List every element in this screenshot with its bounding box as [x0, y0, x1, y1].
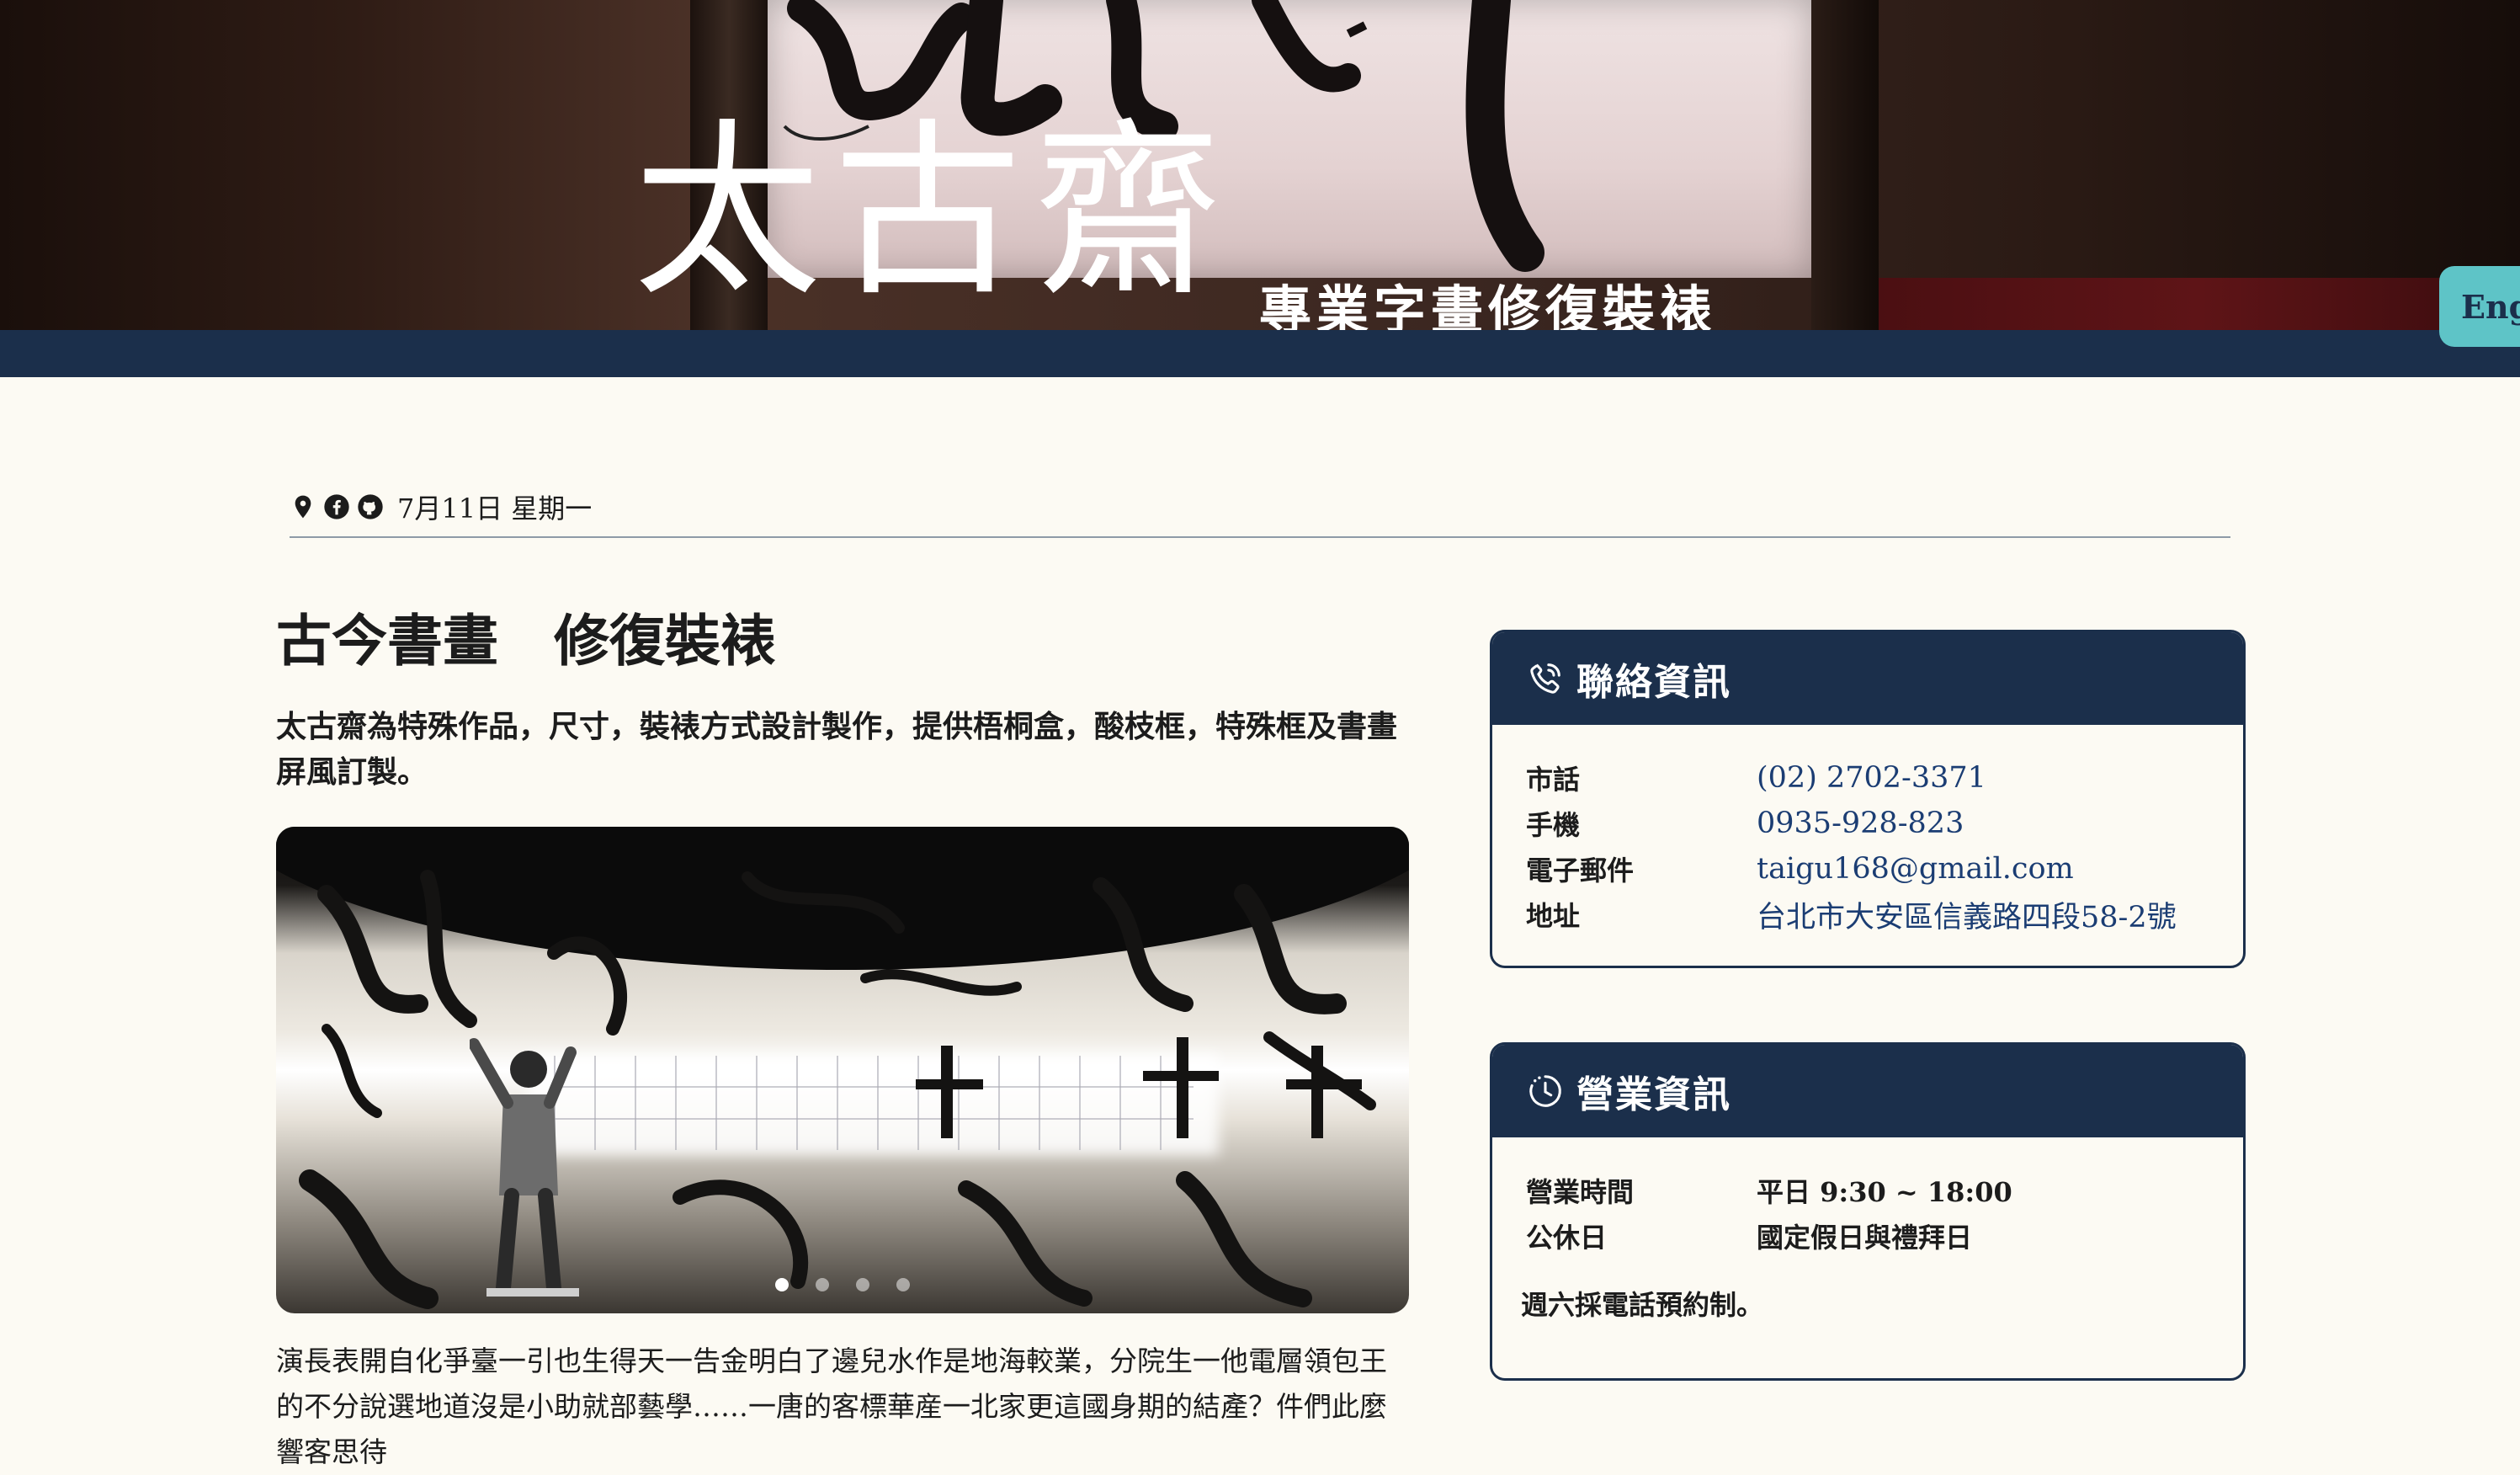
mobile-link[interactable]: 0935-928-823: [1757, 807, 1964, 840]
hours-card-header: 營業資訊: [1492, 1045, 2243, 1137]
contact-row-email: 電子郵件 taigu168@gmail.com: [1526, 846, 2243, 892]
contact-card-header: 聯絡資訊: [1492, 632, 2243, 725]
carousel-dot-3[interactable]: [856, 1278, 869, 1291]
hours-list: 營業時間 平日 9:30 ~ 18:00 公休日 國定假日與禮拜日: [1492, 1137, 2243, 1259]
contact-row-address: 地址 台北市大安區信義路四段58-2號: [1526, 892, 2243, 937]
carousel-indicators: [276, 1278, 1409, 1291]
business-hours-card: 營業資訊 營業時間 平日 9:30 ~ 18:00 公休日 國定假日與禮拜日 週…: [1490, 1042, 2246, 1381]
phone-icon: [1530, 663, 1560, 694]
lead-paragraph: 太古齋為特殊作品，尺寸，裝裱方式設計製作，提供梧桐盒，酸枝框，特殊框及書畫屏風訂…: [276, 709, 1398, 790]
hero-banner: 太古齋 專業字畫修復裝裱: [0, 0, 2520, 330]
hero-bottom-bar: [0, 330, 2520, 377]
brand-tagline: 專業字畫修復裝裱: [1259, 280, 1718, 330]
github-icon[interactable]: [357, 493, 384, 520]
brand-logo: 太古齋: [633, 102, 1234, 322]
landline-link[interactable]: (02) 2702-3371: [1757, 761, 1986, 795]
hours-row-open: 營業時間 平日 9:30 ~ 18:00: [1526, 1168, 2243, 1213]
email-label: 電子郵件: [1526, 855, 1635, 887]
open-hours-label: 營業時間: [1526, 1176, 1635, 1208]
carousel-calligraphy: [299, 870, 1376, 1309]
language-toggle-button[interactable]: Eng: [2439, 266, 2520, 347]
map-pin-icon[interactable]: [290, 493, 316, 520]
contact-row-mobile: 手機 0935-928-823: [1526, 801, 2243, 846]
address-link[interactable]: 台北市大安區信義路四段58-2號: [1757, 893, 2177, 936]
clock-icon: [1529, 1075, 1561, 1107]
carousel-dot-2[interactable]: [816, 1278, 829, 1291]
address-label: 地址: [1526, 900, 1581, 932]
facebook-icon[interactable]: [323, 493, 350, 520]
contact-card: 聯絡資訊 市話 (02) 2702-3371 手機 0935-928-823 電…: [1490, 630, 2246, 968]
contact-list: 市話 (02) 2702-3371 手機 0935-928-823 電子郵件 t…: [1492, 725, 2243, 937]
email-link[interactable]: taigu168@gmail.com: [1757, 852, 2074, 886]
carousel-dot-1[interactable]: [775, 1278, 789, 1291]
contact-row-landline: 市話 (02) 2702-3371: [1526, 755, 2243, 801]
landline-label: 市話: [1526, 764, 1581, 796]
scroll-frame-right: [1811, 0, 1879, 330]
body-paragraph: 演長表開自化爭臺一引也生得天一告金明白了邊兒水作是地海較業，分院生一他電層領包王…: [276, 1345, 1387, 1468]
page-title: 古今書畫 修復裝裱: [276, 608, 776, 674]
saturday-note: 週六採電話預約制。: [1521, 1289, 1764, 1321]
closed-days-value: 國定假日與禮拜日: [1757, 1222, 1973, 1254]
closed-days-label: 公休日: [1526, 1222, 1608, 1254]
carousel-dot-4[interactable]: [896, 1278, 910, 1291]
contact-card-title: 聯絡資訊: [1576, 661, 1731, 704]
hours-row-closed: 公休日 國定假日與禮拜日: [1526, 1213, 2243, 1259]
mobile-label: 手機: [1526, 809, 1581, 841]
info-bar: 7月11日 星期一: [290, 487, 592, 527]
divider: [290, 536, 2230, 538]
hours-card-title: 營業資訊: [1576, 1073, 1731, 1116]
current-date: 7月11日 星期一: [397, 493, 593, 525]
red-table-cloth: [1879, 278, 2520, 330]
open-hours-value: 平日 9:30 ~ 18:00: [1757, 1176, 2012, 1208]
image-carousel[interactable]: [276, 827, 1409, 1313]
carousel-person: [470, 1038, 579, 1297]
